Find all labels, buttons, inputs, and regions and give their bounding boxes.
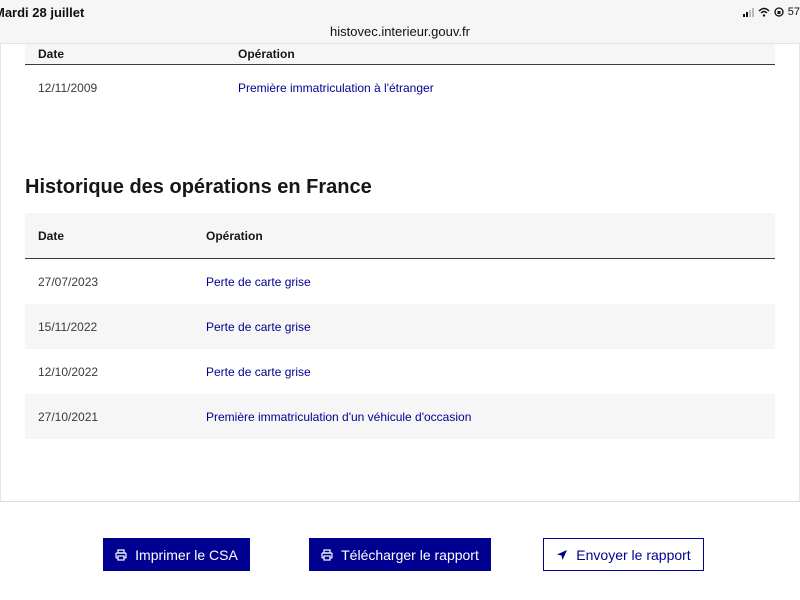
cellular-signal-icon — [742, 7, 754, 17]
printer-icon — [115, 548, 127, 561]
table-row: 12/11/2009 Première immatriculation à l'… — [25, 65, 775, 111]
column-header-operation: Opération — [238, 47, 295, 61]
wifi-icon — [758, 7, 770, 17]
download-report-label: Télécharger le rapport — [341, 546, 479, 563]
status-time: Mardi 28 juillet — [0, 5, 85, 20]
send-report-button[interactable]: Envoyer le rapport — [543, 538, 704, 571]
row-operation: Première immatriculation à l'étranger — [238, 81, 434, 95]
table-row: 12/10/2022 Perte de carte grise — [25, 349, 775, 394]
table-header: Date Opération — [25, 213, 775, 259]
print-csa-label: Imprimer le CSA — [135, 546, 238, 563]
row-operation: Perte de carte grise — [206, 274, 311, 289]
column-header-date: Date — [38, 47, 65, 61]
row-date: 27/10/2021 — [38, 409, 99, 424]
send-report-label: Envoyer le rapport — [576, 546, 691, 563]
foreign-operations-table: Date Opération 12/11/2009 Première immat… — [25, 44, 775, 111]
print-csa-button[interactable]: Imprimer le CSA — [103, 538, 250, 571]
france-history-title: Historique des opérations en France — [25, 176, 372, 198]
row-date: 27/07/2023 — [38, 274, 99, 289]
table-row: 15/11/2022 Perte de carte grise — [25, 304, 775, 349]
row-date: 12/10/2022 — [38, 364, 99, 379]
table-row: 27/07/2023 Perte de carte grise — [25, 259, 775, 304]
status-indicators: 57 — [742, 6, 800, 18]
browser-status-bar: Mardi 28 juillet 57 histovec.interieur.g… — [0, 0, 800, 44]
row-date: 15/11/2022 — [38, 319, 98, 334]
row-operation: Perte de carte grise — [206, 364, 311, 379]
battery-level: 57 — [787, 6, 800, 18]
send-arrow-icon — [557, 549, 568, 560]
france-operations-table: Date Opération 27/07/2023 Perte de carte… — [25, 213, 775, 439]
table-row: 27/10/2021 Première immatriculation d'un… — [25, 394, 775, 439]
orientation-lock-icon — [774, 7, 784, 17]
column-header-operation: Opération — [206, 228, 263, 243]
row-operation: Première immatriculation d'un véhicule d… — [206, 409, 472, 424]
row-operation: Perte de carte grise — [206, 319, 311, 334]
address-bar-url[interactable]: histovec.interieur.gouv.fr — [0, 24, 800, 39]
table-header: Date Opération — [25, 44, 775, 65]
vehicle-history-panel: Date Opération 12/11/2009 Première immat… — [0, 44, 800, 502]
printer-icon — [321, 548, 333, 561]
download-report-button[interactable]: Télécharger le rapport — [309, 538, 491, 571]
row-date: 12/11/2009 — [38, 81, 98, 95]
column-header-date: Date — [38, 228, 65, 243]
